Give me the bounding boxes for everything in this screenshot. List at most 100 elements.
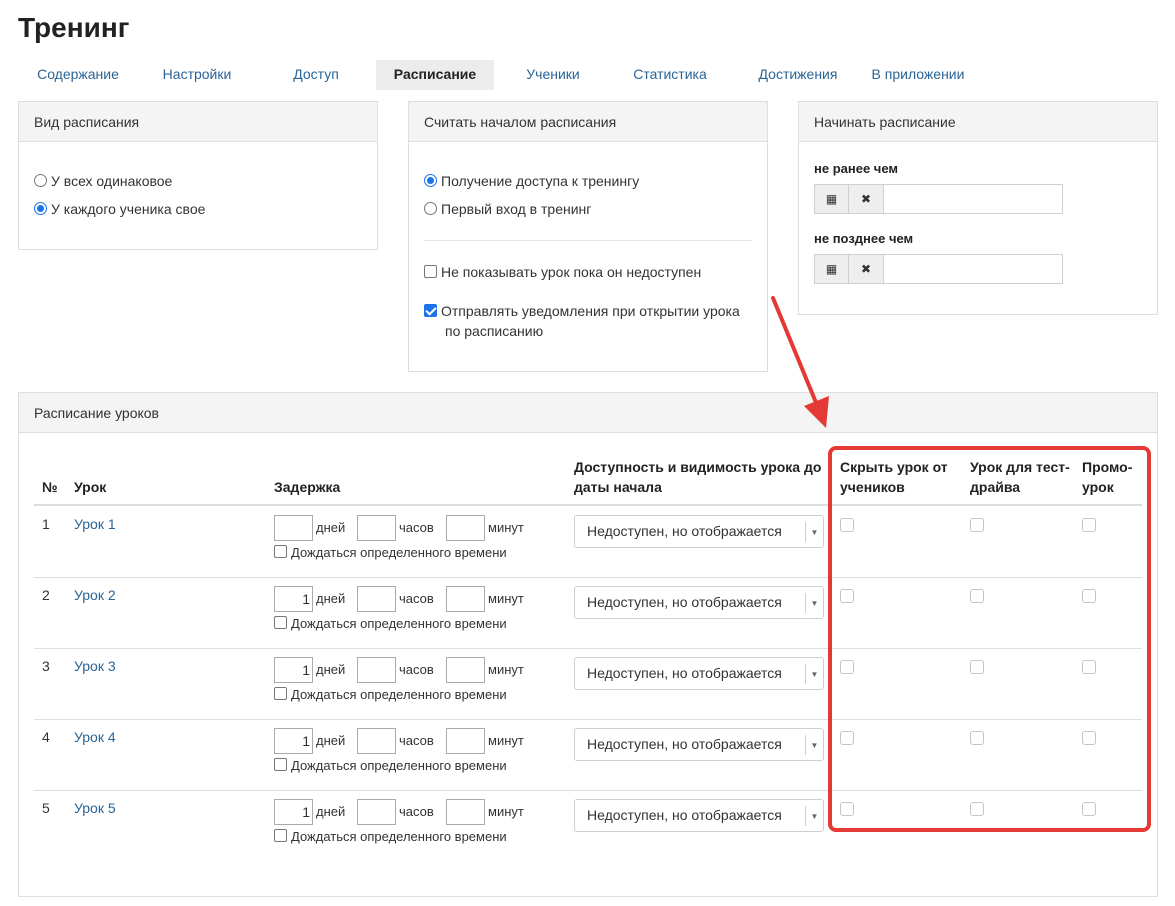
lesson-link[interactable]: Урок 2	[74, 587, 116, 603]
wait-time-option[interactable]: Дождаться определенного времени	[274, 545, 507, 560]
availability-value: Недоступен, но отображается	[587, 594, 782, 610]
close-icon[interactable]: ✖	[849, 184, 884, 214]
notify-label-line2: по расписанию	[445, 323, 544, 339]
minutes-unit: минут	[488, 733, 524, 748]
availability-select[interactable]: Недоступен, но отображается ▼	[574, 586, 824, 619]
schedule-type-same-option[interactable]: У всех одинаковое	[34, 173, 172, 189]
wait-time-option[interactable]: Дождаться определенного времени	[274, 616, 507, 631]
wait-time-option[interactable]: Дождаться определенного времени	[274, 829, 507, 844]
delay-hours-input[interactable]	[357, 728, 396, 754]
delay-minutes-input[interactable]	[446, 799, 485, 825]
wait-time-checkbox[interactable]	[274, 758, 287, 771]
tab-access[interactable]: Доступ	[256, 60, 376, 90]
calendar-icon[interactable]: ▦	[814, 184, 849, 214]
schedule-start-title: Считать началом расписания	[409, 102, 767, 142]
start-access-label: Получение доступа к тренингу	[441, 173, 640, 189]
hide-unavailable-label: Не показывать урок пока он недоступен	[441, 264, 702, 280]
notify-label-line1: Отправлять уведомления при открытии урок…	[441, 303, 740, 319]
schedule-start-panel: Считать началом расписания Получение дос…	[408, 101, 768, 372]
lesson-link[interactable]: Урок 3	[74, 658, 116, 674]
tab-schedule[interactable]: Расписание	[376, 60, 494, 90]
not-later-input[interactable]	[884, 254, 1063, 284]
minutes-unit: минут	[488, 520, 524, 535]
tab-content[interactable]: Содержание	[18, 60, 138, 90]
wait-time-label: Дождаться определенного времени	[291, 616, 507, 631]
notify-checkbox[interactable]	[424, 304, 437, 317]
not-earlier-input[interactable]	[884, 184, 1063, 214]
schedule-type-individual-label: У каждого ученика свое	[51, 201, 206, 217]
delay-minutes-input[interactable]	[446, 728, 485, 754]
delay-minutes-input[interactable]	[446, 586, 485, 612]
delay-hours-input[interactable]	[357, 657, 396, 683]
wait-time-label: Дождаться определенного времени	[291, 829, 507, 844]
days-unit: дней	[316, 733, 346, 748]
delay-days-input[interactable]: 1	[274, 586, 313, 612]
availability-select[interactable]: Недоступен, но отображается ▼	[574, 728, 824, 761]
calendar-icon[interactable]: ▦	[814, 254, 849, 284]
begin-schedule-panel: Начинать расписание не ранее чем ▦ ✖ не …	[798, 101, 1158, 315]
wait-time-checkbox[interactable]	[274, 687, 287, 700]
schedule-type-individual-option[interactable]: У каждого ученика свое	[34, 201, 205, 217]
delay-minutes-input[interactable]	[446, 657, 485, 683]
availability-select[interactable]: Недоступен, но отображается ▼	[574, 515, 824, 548]
minutes-unit: минут	[488, 662, 524, 677]
row-number: 4	[42, 729, 50, 745]
tab-in-app[interactable]: В приложении	[868, 60, 968, 90]
radio-same[interactable]	[34, 174, 47, 187]
chevron-down-icon: ▼	[805, 522, 823, 542]
page-title: Тренинг	[18, 12, 130, 43]
availability-select[interactable]: Недоступен, но отображается ▼	[574, 799, 824, 832]
wait-time-label: Дождаться определенного времени	[291, 545, 507, 560]
wait-time-option[interactable]: Дождаться определенного времени	[274, 758, 507, 773]
tab-statistics[interactable]: Статистика	[612, 60, 728, 90]
divider	[424, 240, 752, 241]
lesson-link[interactable]: Урок 1	[74, 516, 116, 532]
radio-first-login[interactable]	[424, 202, 437, 215]
availability-select[interactable]: Недоступен, но отображается ▼	[574, 657, 824, 690]
row-number: 2	[42, 587, 50, 603]
delay-minutes-input[interactable]	[446, 515, 485, 541]
days-unit: дней	[316, 591, 346, 606]
wait-time-checkbox[interactable]	[274, 545, 287, 558]
hours-unit: часов	[399, 662, 434, 677]
hours-unit: часов	[399, 733, 434, 748]
chevron-down-icon: ▼	[805, 664, 823, 684]
hide-unavailable-checkbox[interactable]	[424, 265, 437, 278]
lesson-link[interactable]: Урок 4	[74, 729, 116, 745]
delay-hours-input[interactable]	[357, 515, 396, 541]
minutes-unit: минут	[488, 804, 524, 819]
delay-hours-input[interactable]	[357, 586, 396, 612]
not-later-date-group: ▦ ✖	[814, 254, 1063, 284]
start-access-option[interactable]: Получение доступа к тренингу	[424, 173, 639, 189]
not-earlier-label: не ранее чем	[814, 161, 899, 176]
radio-access[interactable]	[424, 174, 437, 187]
tab-students[interactable]: Ученики	[494, 60, 612, 90]
chevron-down-icon: ▼	[805, 593, 823, 613]
radio-individual[interactable]	[34, 202, 47, 215]
delay-days-input[interactable]: 1	[274, 657, 313, 683]
delay-days-input[interactable]: 1	[274, 799, 313, 825]
delay-days-input[interactable]: 1	[274, 728, 313, 754]
wait-time-label: Дождаться определенного времени	[291, 758, 507, 773]
wait-time-checkbox[interactable]	[274, 616, 287, 629]
availability-value: Недоступен, но отображается	[587, 665, 782, 681]
close-icon[interactable]: ✖	[849, 254, 884, 284]
notify-option[interactable]: Отправлять уведомления при открытии урок…	[424, 303, 740, 319]
start-first-login-option[interactable]: Первый вход в тренинг	[424, 201, 591, 217]
schedule-type-title: Вид расписания	[19, 102, 377, 142]
col-num: №	[42, 479, 58, 495]
days-unit: дней	[316, 662, 346, 677]
start-first-login-label: Первый вход в тренинг	[441, 201, 592, 217]
days-unit: дней	[316, 520, 346, 535]
chevron-down-icon: ▼	[805, 735, 823, 755]
wait-time-option[interactable]: Дождаться определенного времени	[274, 687, 507, 702]
wait-time-checkbox[interactable]	[274, 829, 287, 842]
hide-unavailable-option[interactable]: Не показывать урок пока он недоступен	[424, 264, 701, 280]
availability-value: Недоступен, но отображается	[587, 807, 782, 823]
delay-days-input[interactable]	[274, 515, 313, 541]
delay-hours-input[interactable]	[357, 799, 396, 825]
tab-achievements[interactable]: Достижения	[728, 60, 868, 90]
tab-settings[interactable]: Настройки	[138, 60, 256, 90]
lesson-link[interactable]: Урок 5	[74, 800, 116, 816]
schedule-type-same-label: У всех одинаковое	[51, 173, 173, 189]
